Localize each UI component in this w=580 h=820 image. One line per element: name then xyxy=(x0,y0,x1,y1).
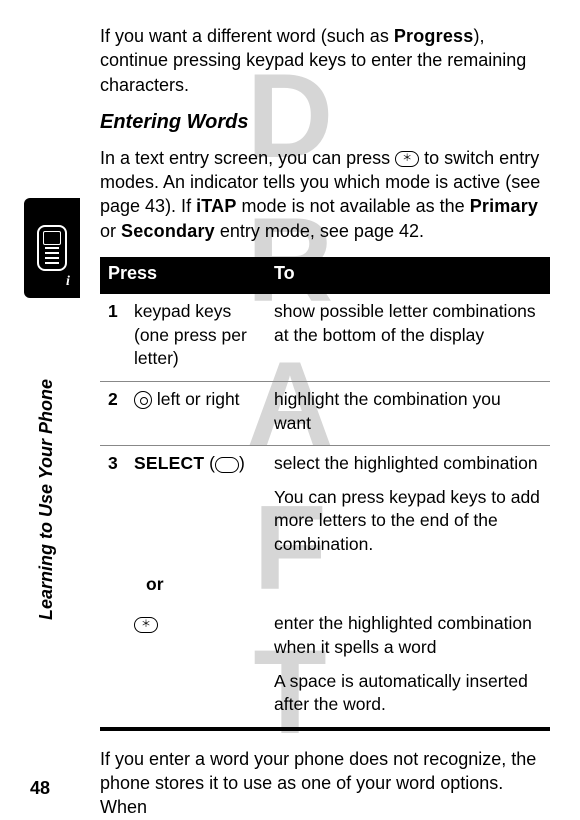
press-cell: left or right xyxy=(126,381,266,445)
press-cell: keypad keys (one press per letter) xyxy=(126,292,266,381)
to-line: A space is automatically inserted after … xyxy=(274,670,542,717)
section-heading: Entering Words xyxy=(100,111,550,134)
chapter-side-label: Learning to Use Your Phone xyxy=(36,379,57,620)
or-label: or xyxy=(126,567,266,607)
mode-p5: entry mode, see page 42. xyxy=(215,221,424,241)
instruction-table: Press To 1 keypad keys (one press per le… xyxy=(100,257,550,731)
nav-key-icon xyxy=(134,391,152,409)
info-icon: i xyxy=(58,272,78,292)
step-number: 3 xyxy=(100,446,126,567)
to-cell: show possible letter combinations at the… xyxy=(266,292,550,381)
table-row: ＊ enter the highlighted combination when… xyxy=(100,606,550,729)
press-suffix: left or right xyxy=(152,389,240,409)
intro-word: Progress xyxy=(394,26,474,46)
col-header-to: To xyxy=(266,257,550,292)
mode-p3: mode is not available as the xyxy=(237,196,470,216)
mode-p4: or xyxy=(100,221,121,241)
to-cell: enter the highlighted combination when i… xyxy=(266,606,550,729)
outro-paragraph: If you enter a word your phone does not … xyxy=(100,747,550,820)
softkey-icon xyxy=(215,457,239,473)
to-line: enter the highlighted combination when i… xyxy=(274,612,542,659)
select-label: SELECT xyxy=(134,453,204,473)
to-line: You can press keypad keys to add more le… xyxy=(274,486,542,557)
itap-label: iTAP xyxy=(196,196,236,216)
to-line: select the highlighted combination xyxy=(274,452,542,476)
step-number: 1 xyxy=(100,292,126,381)
primary-label: Primary xyxy=(470,196,538,216)
table-row: 2 left or right highlight the combinatio… xyxy=(100,381,550,445)
page-content: i Learning to Use Your Phone 48 If you w… xyxy=(0,0,580,817)
star-key-icon: ＊ xyxy=(395,151,419,167)
intro-paragraph: If you want a different word (such as Pr… xyxy=(100,24,550,97)
phone-icon xyxy=(37,225,67,271)
step-number: 2 xyxy=(100,381,126,445)
mode-paragraph: In a text entry screen, you can press ＊ … xyxy=(100,146,550,243)
table-row: 1 keypad keys (one press per letter) sho… xyxy=(100,292,550,381)
table-row: 3 SELECT () select the highlighted combi… xyxy=(100,446,550,567)
to-cell: select the highlighted combination You c… xyxy=(266,446,550,567)
table-row: or xyxy=(100,567,550,607)
page-number: 48 xyxy=(30,778,50,799)
press-cell: SELECT () xyxy=(126,446,266,567)
col-header-press: Press xyxy=(100,257,266,292)
star-key-icon: ＊ xyxy=(134,617,158,633)
press-cell: ＊ xyxy=(126,606,266,729)
secondary-label: Secondary xyxy=(121,221,215,241)
to-cell: highlight the combination you want xyxy=(266,381,550,445)
mode-p1: In a text entry screen, you can press xyxy=(100,148,395,168)
intro-pre: If you want a different word (such as xyxy=(100,26,394,46)
